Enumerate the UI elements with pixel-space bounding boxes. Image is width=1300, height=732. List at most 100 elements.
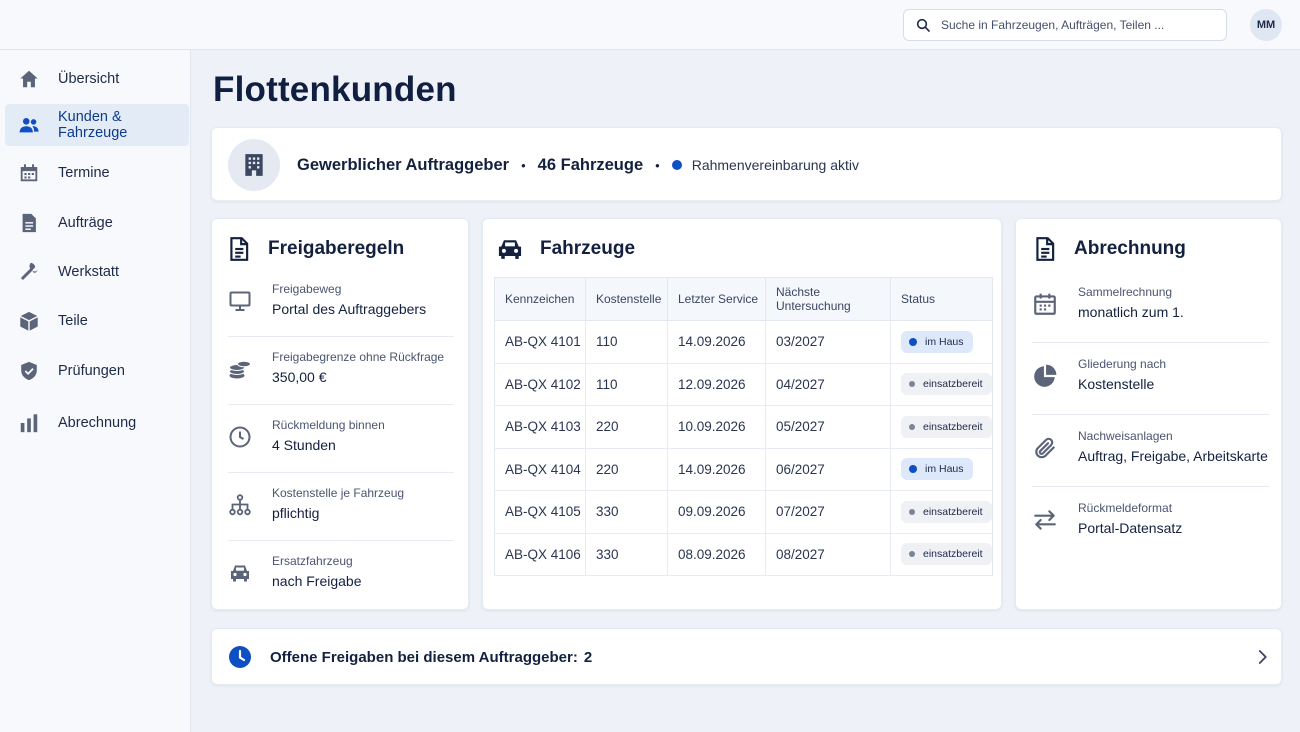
table-row[interactable]: AB-QX 4103 220 10.09.2026 05/2027 einsat… xyxy=(494,405,993,449)
card-title: Freigaberegeln xyxy=(268,238,405,259)
rule-item: Ersatzfahrzeug nach Freigabe xyxy=(228,541,454,609)
last-service-cell: 12.09.2026 xyxy=(667,363,766,406)
sidebar-item-werkstatt[interactable]: Werkstatt xyxy=(5,251,189,293)
billing-value: Portal-Datensatz xyxy=(1078,520,1183,536)
pending-approvals-text: Offene Freigaben bei diesem Auftraggeber… xyxy=(270,649,592,666)
status-dot xyxy=(909,337,917,346)
rule-label: Ersatzfahrzeug xyxy=(272,554,353,568)
status-dot xyxy=(671,160,682,170)
table-row[interactable]: AB-QX 4102 110 12.09.2026 04/2027 einsat… xyxy=(494,363,993,406)
document-icon xyxy=(1036,237,1055,261)
cost-center-cell: 110 xyxy=(585,363,668,406)
calendar-icon xyxy=(1034,293,1056,315)
billing-label: Rückmeldeformat xyxy=(1078,501,1173,515)
card-title: Abrechnung xyxy=(1074,238,1186,259)
status-cell: einsatzbereit xyxy=(890,533,993,576)
sidebar-item-teile[interactable]: Teile xyxy=(5,300,189,342)
status-text: im Haus xyxy=(925,335,964,348)
status-badge: im Haus xyxy=(901,458,973,481)
table-row[interactable]: AB-QX 4105 330 09.09.2026 07/2027 einsat… xyxy=(494,490,993,534)
status-badge: im Haus xyxy=(901,330,973,353)
billing-value: monatlich zum 1. xyxy=(1078,304,1184,320)
pending-count: 2 xyxy=(583,649,593,666)
table-row[interactable]: AB-QX 4106 330 08.09.2026 08/2027 einsat… xyxy=(494,533,993,576)
status-dot xyxy=(909,423,915,430)
bar-chart-icon xyxy=(20,414,38,433)
rule-value: Portal des Auftraggebers xyxy=(272,301,427,317)
car-icon xyxy=(231,565,249,582)
billing-label: Nachweisanlagen xyxy=(1078,429,1173,443)
table-row[interactable]: AB-QX 4101 110 14.09.2026 03/2027 im Hau… xyxy=(494,320,993,364)
column-header[interactable]: Status xyxy=(890,277,993,321)
next-inspection-cell: 07/2027 xyxy=(765,490,891,534)
approval-rules-card: Freigaberegeln Freigabeweg Portal des Au… xyxy=(211,218,469,610)
pending-approvals-bar[interactable]: Offene Freigaben bei diesem Auftraggeber… xyxy=(211,628,1282,685)
last-service-cell: 09.09.2026 xyxy=(667,490,766,534)
sidebar-item-auftraege[interactable]: Aufträge xyxy=(5,202,189,244)
last-service-cell: 10.09.2026 xyxy=(667,405,766,449)
next-inspection-cell: 06/2027 xyxy=(765,448,891,491)
clock-icon xyxy=(229,646,251,668)
hierarchy-icon xyxy=(229,494,251,516)
wrench-icon xyxy=(20,262,39,281)
building-icon xyxy=(245,154,263,176)
paperclip-icon xyxy=(1035,437,1055,459)
next-inspection-cell: 05/2027 xyxy=(765,405,891,449)
shield-icon xyxy=(21,361,37,381)
status-text: einsatzbereit xyxy=(923,548,983,561)
column-header[interactable]: Nächste Untersuchung xyxy=(765,277,891,321)
last-service-cell: 14.09.2026 xyxy=(667,448,766,491)
column-header[interactable]: Letzter Service xyxy=(667,277,766,321)
plate-cell: AB-QX 4102 xyxy=(494,363,586,406)
separator: • xyxy=(655,157,660,173)
billing-value: Auftrag, Freigabe, Arbeitskarte xyxy=(1078,448,1268,464)
rule-item: Kostenstelle je Fahrzeug pflichtig xyxy=(228,473,454,541)
table-row[interactable]: AB-QX 4104 220 14.09.2026 06/2027 im Hau… xyxy=(494,448,993,491)
pie-chart-icon xyxy=(1034,364,1057,387)
status-cell: im Haus xyxy=(890,320,993,364)
billing-label: Gliederung nach xyxy=(1078,357,1167,371)
sidebar-item-label: Prüfungen xyxy=(58,363,125,379)
rule-value: 4 Stunden xyxy=(272,437,336,453)
rule-label: Freigabeweg xyxy=(272,282,342,296)
status-badge: einsatzbereit xyxy=(901,373,992,396)
billing-item: Rückmeldeformat Portal-Datensatz xyxy=(1032,487,1269,559)
client-type: Gewerblicher Auftraggeber xyxy=(297,155,510,174)
billing-value: Kostenstelle xyxy=(1078,376,1155,392)
rule-value: nach Freigabe xyxy=(272,573,362,589)
column-header[interactable]: Kostenstelle xyxy=(585,277,668,321)
status-dot xyxy=(909,508,915,515)
search-input[interactable] xyxy=(941,18,1221,32)
sidebar-item-pruefungen[interactable]: Prüfungen xyxy=(5,350,189,392)
rule-value: 350,00 € xyxy=(272,369,327,385)
search-box[interactable] xyxy=(903,9,1227,41)
card-header: Abrechnung xyxy=(1016,219,1281,279)
sidebar-item-kunden-fahrzeuge[interactable]: Kunden & Fahrzeuge xyxy=(5,104,189,146)
card-title: Fahrzeuge xyxy=(540,238,636,259)
rule-value: pflichtig xyxy=(272,505,320,521)
car-icon xyxy=(498,240,522,259)
coins-icon xyxy=(229,360,251,379)
status-text: einsatzbereit xyxy=(923,378,983,391)
card-header: Fahrzeuge xyxy=(483,219,1001,279)
column-header[interactable]: Kennzeichen xyxy=(494,277,586,321)
separator: • xyxy=(521,157,526,173)
billing-card: Abrechnung Sammelrechnung monatlich zum … xyxy=(1015,218,1282,610)
billing-item: Nachweisanlagen Auftrag, Freigabe, Arbei… xyxy=(1032,415,1269,487)
billing-label: Sammelrechnung xyxy=(1078,285,1173,299)
sidebar-item-termine[interactable]: Termine xyxy=(5,152,189,194)
top-bar: MM xyxy=(0,0,1300,50)
sidebar-item-label: Werkstatt xyxy=(58,264,119,280)
status-cell: einsatzbereit xyxy=(890,363,993,406)
cost-center-cell: 330 xyxy=(585,490,668,534)
sidebar-item-label: Termine xyxy=(58,165,110,181)
user-avatar[interactable]: MM xyxy=(1250,9,1282,41)
sidebar-item-abrechnung[interactable]: Abrechnung xyxy=(5,402,189,444)
monitor-icon xyxy=(229,291,251,311)
status-cell: einsatzbereit xyxy=(890,405,993,449)
chevron-right-icon[interactable] xyxy=(1253,648,1271,666)
status-cell: im Haus xyxy=(890,448,993,491)
vehicles-table: Kennzeichen Kostenstelle Letzter Service… xyxy=(494,277,993,576)
sidebar-item-uebersicht[interactable]: Übersicht xyxy=(5,58,189,100)
client-avatar xyxy=(228,139,280,191)
